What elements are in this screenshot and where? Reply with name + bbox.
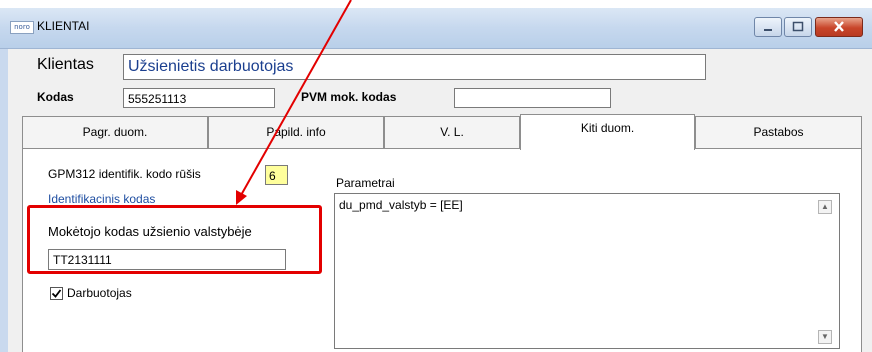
- window-left-frame: [0, 49, 8, 352]
- gpm-code-type-label: GPM312 identifik. kodo rūšis: [48, 167, 201, 181]
- maximize-button[interactable]: [784, 17, 812, 37]
- title-bar[interactable]: [0, 8, 872, 49]
- minimize-icon: [764, 29, 772, 31]
- scroll-down-button[interactable]: ▼: [818, 330, 832, 344]
- identification-code-link[interactable]: Identifikacinis kodas: [48, 192, 155, 206]
- window-title: KLIENTAI: [37, 19, 90, 33]
- maximize-icon: [792, 21, 804, 32]
- employee-label: Darbuotojas: [67, 286, 132, 300]
- scroll-down-icon: ▼: [821, 332, 829, 341]
- minimize-button[interactable]: [754, 17, 782, 37]
- parameters-textarea[interactable]: du_pmd_valstyb = [EE]: [334, 193, 840, 349]
- tab-vl[interactable]: V. L.: [384, 116, 520, 148]
- parameters-label: Parametrai: [336, 176, 395, 190]
- close-button[interactable]: [815, 17, 863, 37]
- client-label: Klientas: [37, 56, 94, 73]
- app-logo: noro: [10, 21, 34, 34]
- vat-label: PVM mok. kodas: [301, 90, 397, 104]
- employee-checkbox[interactable]: [50, 287, 63, 300]
- highlight-box: [27, 205, 322, 274]
- tab-pastabos[interactable]: Pastabos: [695, 116, 862, 148]
- gpm-code-type-input[interactable]: 6: [265, 165, 288, 185]
- tab-papild-info[interactable]: Papild. info: [208, 116, 384, 148]
- tab-kiti-duom[interactable]: Kiti duom.: [520, 114, 695, 150]
- client-name-input[interactable]: Užsienietis darbuotojas: [123, 54, 706, 80]
- parameters-text: du_pmd_valstyb = [EE]: [339, 198, 463, 212]
- vat-code-input[interactable]: [454, 88, 611, 108]
- code-input[interactable]: 555251113: [123, 88, 275, 108]
- tab-pagr-duom[interactable]: Pagr. duom.: [22, 116, 208, 148]
- close-icon: [834, 21, 844, 32]
- code-label: Kodas: [37, 90, 74, 104]
- checkmark-icon: [51, 289, 62, 298]
- scroll-up-button[interactable]: ▲: [818, 200, 832, 214]
- scroll-up-icon: ▲: [821, 202, 829, 211]
